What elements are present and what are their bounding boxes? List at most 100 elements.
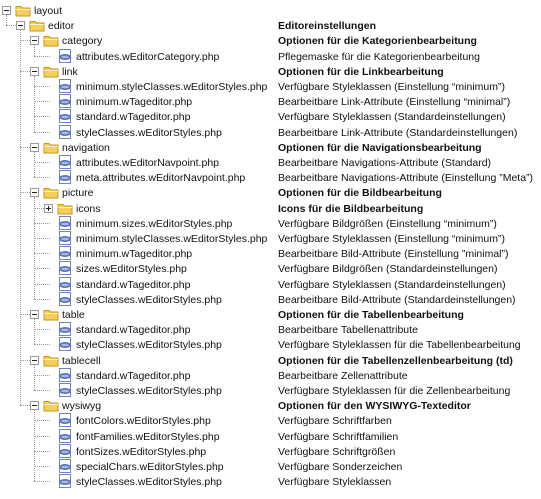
item-description: Verfügbare Styleklassen für die Tabellen…	[278, 339, 521, 352]
file-name[interactable]: minimum.wTageditor.php	[76, 247, 192, 261]
folder-icon	[43, 185, 59, 199]
tree-connector	[34, 329, 50, 331]
collapse-toggle[interactable]	[30, 36, 39, 46]
tree-connector	[34, 222, 50, 224]
item-description: Optionen für die Kategorienbearbeitung	[278, 35, 477, 48]
file-tree: layout editor Editoreinstellungen category O…	[0, 0, 541, 499]
item-description: Bearbeitbare Link-Attribute (Einstellung…	[278, 96, 511, 109]
tree-connector	[34, 435, 50, 437]
collapse-toggle[interactable]	[2, 6, 11, 15]
collapse-toggle[interactable]	[30, 66, 39, 76]
collapse-toggle[interactable]	[30, 355, 39, 365]
folder-name[interactable]: category	[62, 34, 102, 48]
item-description: Verfügbare Schriftfamilien	[278, 430, 399, 443]
file-name[interactable]: attributes.wEditorNavpoint.php	[76, 156, 219, 170]
folder-name[interactable]: layout	[34, 4, 62, 18]
file-name[interactable]: standard.wTageditor.php	[76, 110, 190, 124]
item-description: Bearbeitbare Bild-Attribute (Einstellung…	[278, 248, 509, 261]
php-file-icon	[57, 337, 73, 352]
php-file-icon	[57, 291, 73, 306]
item-description: Verfügbare Styleklassen (Standardeinstel…	[278, 278, 506, 291]
item-description: Bearbeitbare Tabellenattribute	[278, 324, 418, 337]
item-description: Verfügbare Bildgrößen (Standardeinstellu…	[278, 263, 498, 276]
php-file-icon	[57, 215, 73, 230]
file-name[interactable]: specialChars.wEditorStyles.php	[76, 460, 224, 474]
php-file-icon	[57, 443, 73, 458]
item-description: Pflegemaske für die Kategorienbearbeitun…	[278, 50, 480, 63]
file-name[interactable]: minimum.styleClasses.wEditorStyles.php	[76, 80, 267, 94]
tree-connector	[34, 466, 50, 467]
php-file-icon	[57, 109, 73, 124]
tree-file-row[interactable]: styleClasses.wEditorStyles.php Verfügbare…	[0, 473, 541, 491]
folder-name[interactable]: tablecell	[62, 354, 101, 368]
file-name[interactable]: sizes.wEditorStyles.php	[76, 262, 187, 276]
php-file-icon	[57, 246, 73, 261]
file-name[interactable]: standard.wTageditor.php	[76, 278, 190, 292]
php-file-icon	[57, 48, 73, 63]
php-file-icon	[57, 459, 73, 473]
php-file-icon	[57, 413, 73, 428]
collapse-toggle[interactable]	[30, 401, 39, 411]
tree-connector	[34, 390, 50, 391]
file-name[interactable]: minimum.styleClasses.wEditorStyles.php	[76, 232, 267, 246]
file-name[interactable]: standard.wTageditor.php	[76, 323, 190, 337]
folder-icon	[43, 33, 59, 47]
item-description: Bearbeitbare Link-Attribute (Standardein…	[278, 126, 518, 139]
php-file-icon	[57, 367, 73, 382]
php-file-icon	[57, 155, 73, 169]
folder-name[interactable]: icons	[76, 202, 101, 216]
php-file-icon	[57, 383, 73, 397]
folder-name[interactable]: wysiwyg	[62, 399, 101, 413]
file-name[interactable]: styleClasses.wEditorStyles.php	[76, 293, 222, 307]
file-name[interactable]: minimum.sizes.wEditorStyles.php	[76, 217, 232, 231]
folder-name[interactable]: navigation	[62, 141, 110, 155]
file-name[interactable]: standard.wTageditor.php	[76, 369, 190, 383]
collapse-toggle[interactable]	[30, 310, 39, 319]
php-file-icon	[57, 474, 73, 489]
file-name[interactable]: minimum.wTageditor.php	[76, 95, 192, 109]
item-description: Verfügbare Styleklassen	[278, 476, 392, 489]
tree-connector	[34, 101, 50, 103]
folder-icon	[43, 140, 59, 154]
file-name[interactable]: styleClasses.wEditorStyles.php	[76, 126, 222, 140]
tree-connector	[34, 481, 50, 483]
php-file-icon	[57, 79, 73, 93]
folder-icon	[43, 353, 59, 367]
file-name[interactable]: styleClasses.wEditorStyles.php	[76, 384, 222, 398]
item-description: Verfügbare Sonderzeichen	[278, 461, 403, 473]
file-name[interactable]: styleClasses.wEditorStyles.php	[76, 338, 222, 352]
folder-icon	[15, 3, 31, 17]
php-file-icon	[57, 94, 73, 109]
item-description: Verfügbare Styleklassen für die Zellenbe…	[278, 385, 511, 397]
file-name[interactable]: styleClasses.wEditorStyles.php	[76, 475, 222, 489]
php-file-icon	[57, 231, 73, 245]
folder-name[interactable]: picture	[62, 186, 94, 200]
expand-toggle[interactable]	[44, 203, 53, 213]
item-description: Bearbeitbare Navigations-Attribute (Stan…	[278, 157, 492, 169]
folder-name[interactable]: table	[62, 308, 85, 322]
file-name[interactable]: attributes.wEditorCategory.php	[76, 50, 219, 64]
file-name[interactable]: fontFamilies.wEditorStyles.php	[76, 430, 220, 444]
item-description: Editoreinstellungen	[278, 20, 377, 33]
tree-connector	[34, 420, 50, 422]
item-description: Verfügbare Styleklassen (Standardeinstel…	[278, 111, 506, 124]
tree-connector	[34, 162, 50, 163]
folder-icon	[43, 398, 59, 412]
item-description: Bearbeitbare Zellenattribute	[278, 369, 408, 382]
file-name[interactable]: fontColors.wEditorStyles.php	[76, 414, 211, 428]
tree-connector	[34, 374, 50, 376]
tree-connector	[34, 238, 50, 239]
folder-icon	[43, 307, 59, 321]
tree-connector	[34, 344, 50, 346]
collapse-toggle[interactable]	[30, 142, 39, 152]
file-name[interactable]: fontSizes.wEditorStyles.php	[76, 445, 206, 459]
file-name[interactable]: meta.attributes.wEditorNavpoint.php	[76, 171, 245, 185]
tree-connector	[34, 268, 50, 270]
folder-name[interactable]: link	[62, 65, 78, 79]
tree-connector	[34, 86, 50, 87]
folder-name[interactable]: editor	[48, 19, 74, 33]
item-description: Verfügbare Schriftgrößen	[278, 445, 396, 458]
collapse-toggle[interactable]	[30, 188, 39, 198]
collapse-toggle[interactable]	[16, 21, 25, 31]
php-file-icon	[57, 276, 73, 291]
